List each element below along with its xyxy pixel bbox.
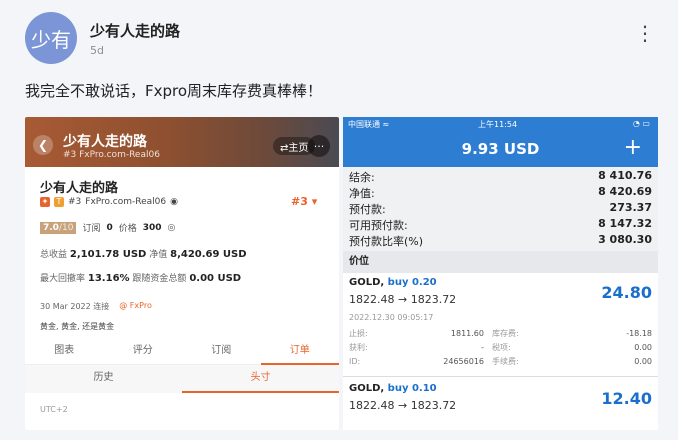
trade-header: 9.93 USD + — [343, 131, 658, 167]
drawdown-value: 13.16% — [87, 273, 130, 284]
position-date: 2022.12.30 09:05:17 — [349, 313, 434, 322]
more-dots-icon[interactable]: ··· — [308, 135, 330, 157]
post-text: 我完全不敢说话，Fxpro周末库存费真棒棒！ — [25, 82, 323, 100]
follow-value: 0.00 USD — [189, 273, 242, 284]
summary-row: 净值: 8 420.69 — [349, 185, 652, 200]
position-item[interactable]: GOLD, buy 0.10 1822.48 → 1823.72 12.40 — [343, 377, 658, 430]
tab-subscribe[interactable]: 订阅 — [182, 339, 261, 364]
carrier: 中国联通 ≈ — [348, 120, 390, 129]
equity-value: 8,420.69 USD — [170, 249, 247, 260]
date-line: 30 Mar 2022 连接 @ FxPro — [40, 301, 152, 312]
profit-line: 总收益 2,101.78 USD 净值 8,420.69 USD — [40, 249, 247, 260]
phone-status-bar: 中国联通 ≈ 上午11:54 ◔ ▭ — [343, 117, 658, 131]
plus-icon[interactable]: + — [624, 135, 642, 160]
subs-value: 0 — [106, 222, 113, 233]
position-item[interactable]: GOLD, buy 0.20 1822.48 → 1823.72 24.80 2… — [343, 273, 658, 377]
price-value: 300 — [142, 222, 162, 233]
drawdown-line: 最大回撤率 13.16% 跟随资金总额 0.00 USD — [40, 273, 242, 284]
profit-value: 2,101.78 USD — [69, 249, 147, 260]
tag-icon: T — [54, 197, 64, 207]
subs-label: 订阅 — [82, 224, 101, 234]
verified-icon: ◉ — [170, 197, 178, 207]
position-profit: 24.80 — [601, 283, 652, 302]
tab-orders[interactable]: 订单 — [260, 339, 340, 365]
position-prices: 1822.48 → 1823.72 — [349, 293, 457, 306]
left-screenshot[interactable]: ❮ 少有人走的路 #3 FxPro.com-Real06 ⇄主页 ··· 少有人… — [25, 117, 339, 430]
subtab-positions[interactable]: 头寸 — [182, 365, 339, 393]
right-screenshot[interactable]: 中国联通 ≈ 上午11:54 ◔ ▭ 9.93 USD + 结余: 8 410.7… — [343, 117, 658, 430]
clock: 上午11:54 — [478, 120, 518, 129]
calendar-date: 30 Mar 2022 连接 — [40, 302, 110, 311]
profile-header: ❮ 少有人走的路 #3 FxPro.com-Real06 ⇄主页 ··· — [25, 117, 339, 167]
author-name[interactable]: 少有人走的路 — [90, 20, 180, 41]
account-summary: 结余: 8 410.76 净值: 8 420.69 预付款: 273.37 可用预付款… — [343, 167, 658, 251]
sub-tabs: 历史 头寸 — [25, 365, 339, 393]
broker-link[interactable]: @ FxPro — [119, 301, 152, 312]
summary-row: 预付款: 273.37 — [349, 201, 652, 216]
price-label: 价格 — [118, 224, 137, 234]
avatar[interactable]: 少有 — [25, 12, 77, 64]
main-tabs: 图表 评分 订阅 订单 — [25, 339, 339, 365]
header-subtitle: #3 FxPro.com-Real06 — [63, 150, 160, 160]
coin-icon: ◎ — [167, 222, 176, 233]
back-icon[interactable]: ❮ — [33, 135, 53, 155]
position-symbol: GOLD, buy 0.20 — [349, 277, 437, 288]
score-badge: 7.0/10 — [40, 221, 77, 234]
summary-row: 预付款比率(%) 3 080.30 — [349, 233, 652, 248]
tab-rating[interactable]: 评分 — [104, 339, 183, 364]
rank-dropdown[interactable]: #3 ▾ — [291, 195, 317, 208]
position-symbol: GOLD, buy 0.10 — [349, 383, 437, 394]
more-options-icon[interactable]: ⋮ — [635, 23, 656, 43]
position-prices: 1822.48 → 1823.72 — [349, 399, 457, 412]
timezone-label: UTC+2 — [40, 405, 68, 414]
summary-row: 可用预付款: 8 147.32 — [349, 217, 652, 232]
position-profit: 12.40 — [601, 389, 652, 408]
positions-header: 价位 — [343, 251, 658, 273]
stats-line: 7.0/10 订阅 0 价格 300 ◎ — [40, 221, 175, 234]
profit-total: 9.93 USD — [461, 140, 540, 158]
summary-row: 结余: 8 410.76 — [349, 169, 652, 184]
signal-name: 少有人走的路 — [40, 181, 119, 196]
battery-icon: ◔ ▭ — [632, 119, 650, 128]
account-server: FxPro.com-Real06 — [85, 197, 167, 207]
tags: 黄金, 黄金, 还是黄金 — [40, 322, 115, 331]
position-details: 止损: 1811.60 库存费: -18.18 获利: - 税项: 0.00 ID: 2465… — [349, 329, 652, 366]
header-title: 少有人走的路 — [63, 134, 147, 150]
post-time: 5d — [90, 44, 104, 57]
account-line: ✦ T #3 FxPro.com-Real06 ◉ — [40, 197, 178, 207]
rank-number: #3 — [68, 197, 82, 207]
fire-icon: ✦ — [40, 197, 50, 207]
tab-chart[interactable]: 图表 — [25, 339, 104, 364]
subtab-history[interactable]: 历史 — [25, 365, 182, 393]
